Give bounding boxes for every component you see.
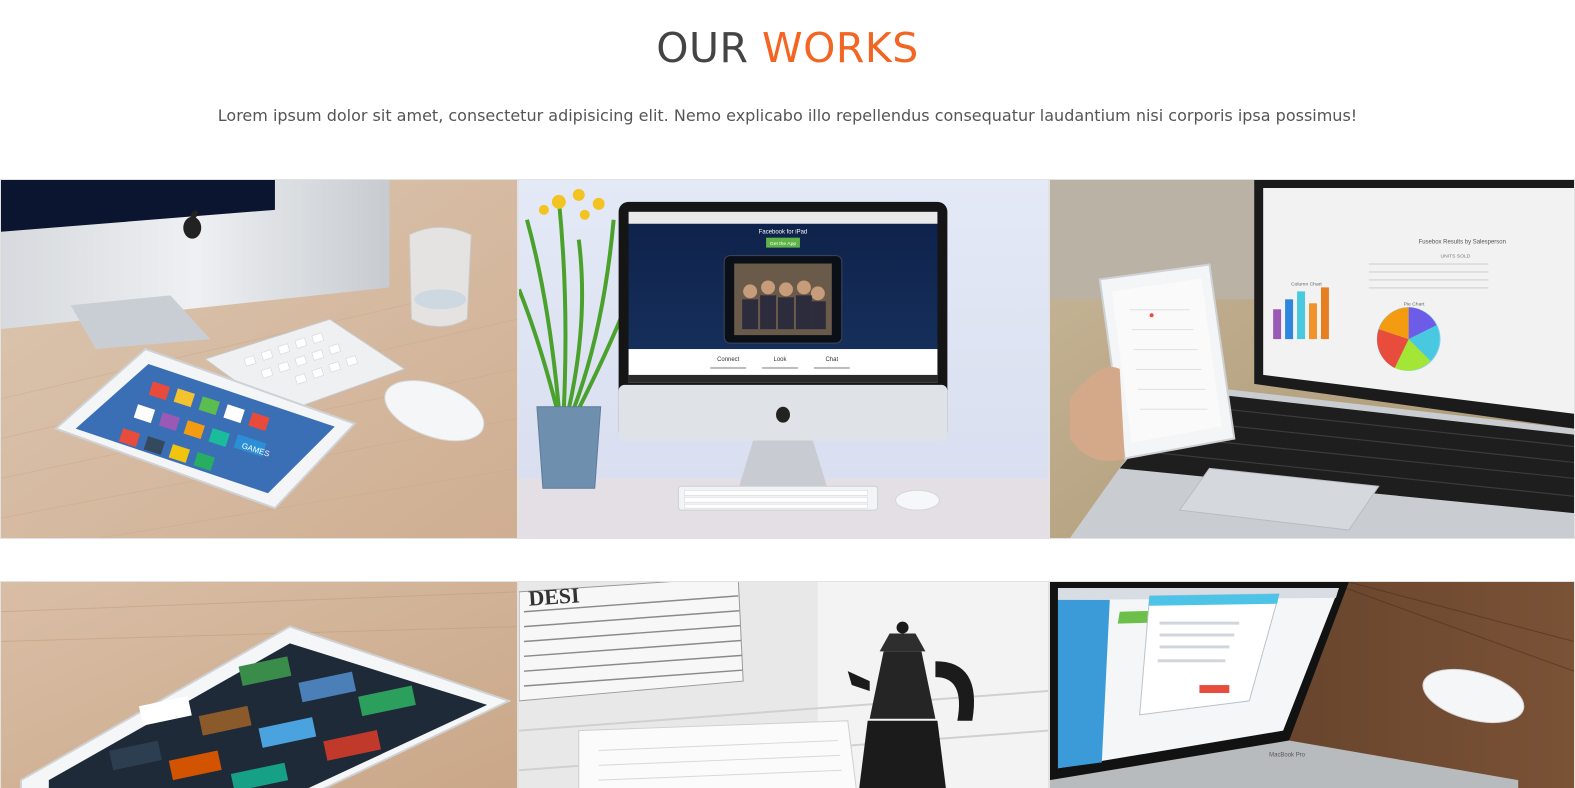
pie-chart-icon (1376, 307, 1441, 371)
report-title: Fusebox Results by Salesperson (1419, 240, 1506, 246)
imac-keyboard-tablet-photo: GAMES (1, 180, 517, 538)
keyboard-icon (677, 485, 879, 511)
imac-facebook-screen-photo: Facebook for iPad Get the App Connect Lo… (519, 180, 1048, 538)
laptop-charts-tablet-photo: Fusebox Results by Salesperson UNITS SOL… (1050, 180, 1574, 538)
section-title-our: OUR (656, 24, 749, 72)
fb-cta: Get the App (770, 241, 797, 247)
fb-heading: Facebook for iPad (759, 230, 807, 236)
mouse-icon (895, 489, 940, 511)
portfolio-item-4[interactable] (0, 581, 518, 788)
magazine-cover-text: DESI (528, 583, 581, 610)
ipad-on-table-photo (1, 582, 517, 788)
section-title-works: WORKS (762, 24, 919, 72)
macbook-web-app-photo: MacBook Pro (1050, 582, 1574, 788)
section-intro: Lorem ipsum dolor sit amet, consectetur … (217, 106, 1358, 125)
fb-col-connect: Connect (717, 357, 740, 363)
report-table-header: UNITS SOLD (1441, 254, 1471, 260)
portfolio-item-3[interactable]: Fusebox Results by Salesperson UNITS SOL… (1049, 179, 1575, 539)
coffee-pot-magazines-photo: DESI (519, 582, 1048, 788)
pie-chart-title: Pie Chart (1404, 301, 1425, 307)
portfolio-item-1[interactable]: GAMES (0, 179, 518, 539)
fb-col-chat: Chat (826, 357, 839, 363)
section-title: OUR WORKS (0, 20, 1575, 76)
laptop-model-label: MacBook Pro (1269, 752, 1306, 758)
portfolio-item-5[interactable]: DESI (518, 581, 1049, 788)
portfolio-item-2[interactable]: Facebook for iPad Get the App Connect Lo… (518, 179, 1049, 539)
column-chart-title: Column Chart (1291, 281, 1322, 287)
portfolio-item-6[interactable]: MacBook Pro (1049, 581, 1575, 788)
glass-icon (408, 226, 472, 328)
fb-col-look: Look (774, 357, 787, 363)
apple-logo-icon (776, 406, 790, 423)
